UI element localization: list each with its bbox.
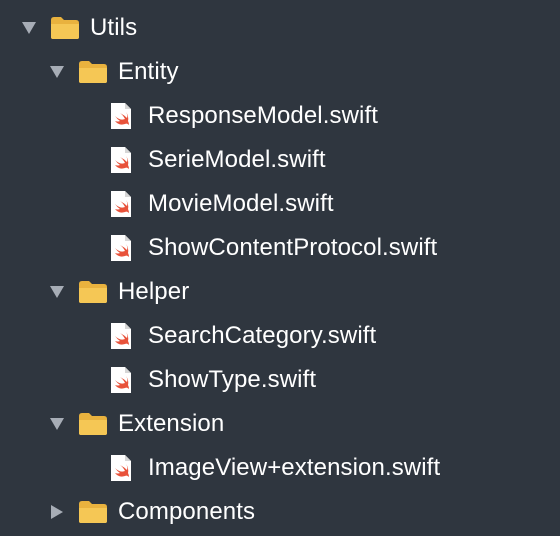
tree-label: Extension [118, 410, 225, 437]
tree-label: SearchCategory.swift [148, 322, 377, 349]
tree-label: MovieModel.swift [148, 190, 334, 217]
tree-row-file[interactable]: ShowType.swift [110, 358, 316, 402]
folder-icon [50, 16, 80, 40]
folder-icon [78, 412, 108, 436]
tree-label: Entity [118, 58, 179, 85]
swift-file-icon [110, 102, 132, 130]
tree-row-utils[interactable]: Utils [20, 6, 137, 50]
tree-label: ImageView+extension.swift [148, 454, 441, 481]
tree-label: Helper [118, 278, 190, 305]
swift-file-icon [110, 366, 132, 394]
tree-row-entity[interactable]: Entity [48, 50, 179, 94]
tree-row-helper[interactable]: Helper [48, 270, 189, 314]
swift-file-icon [110, 454, 132, 482]
swift-file-icon [110, 234, 132, 262]
tree-row-extension[interactable]: Extension [48, 402, 224, 446]
tree-label: SerieModel.swift [148, 146, 326, 173]
disclosure-expanded-icon[interactable] [48, 63, 66, 81]
disclosure-collapsed-icon[interactable] [48, 503, 66, 521]
folder-icon [78, 500, 108, 524]
folder-icon [78, 60, 108, 84]
swift-file-icon [110, 190, 132, 218]
swift-file-icon [110, 146, 132, 174]
disclosure-expanded-icon[interactable] [48, 283, 66, 301]
tree-row-file[interactable]: SerieModel.swift [110, 138, 326, 182]
swift-file-icon [110, 322, 132, 350]
disclosure-expanded-icon[interactable] [48, 415, 66, 433]
tree-label: ShowType.swift [148, 366, 317, 393]
tree-row-file[interactable]: ShowContentProtocol.swift [110, 226, 437, 270]
folder-icon [78, 280, 108, 304]
tree-row-file[interactable]: ResponseModel.swift [110, 94, 378, 138]
tree-label: Components [118, 498, 256, 525]
tree-label: ShowContentProtocol.swift [148, 234, 438, 261]
tree-row-file[interactable]: SearchCategory.swift [110, 314, 376, 358]
tree-row-file[interactable]: MovieModel.swift [110, 182, 334, 226]
disclosure-expanded-icon[interactable] [20, 19, 38, 37]
tree-label: Utils [90, 14, 138, 41]
tree-row-file[interactable]: ImageView+extension.swift [110, 446, 440, 490]
project-navigator: Utils Entity ResponseModel.swift SerieMo… [0, 0, 560, 536]
tree-row-components[interactable]: Components [48, 490, 255, 534]
tree-label: ResponseModel.swift [148, 102, 379, 129]
